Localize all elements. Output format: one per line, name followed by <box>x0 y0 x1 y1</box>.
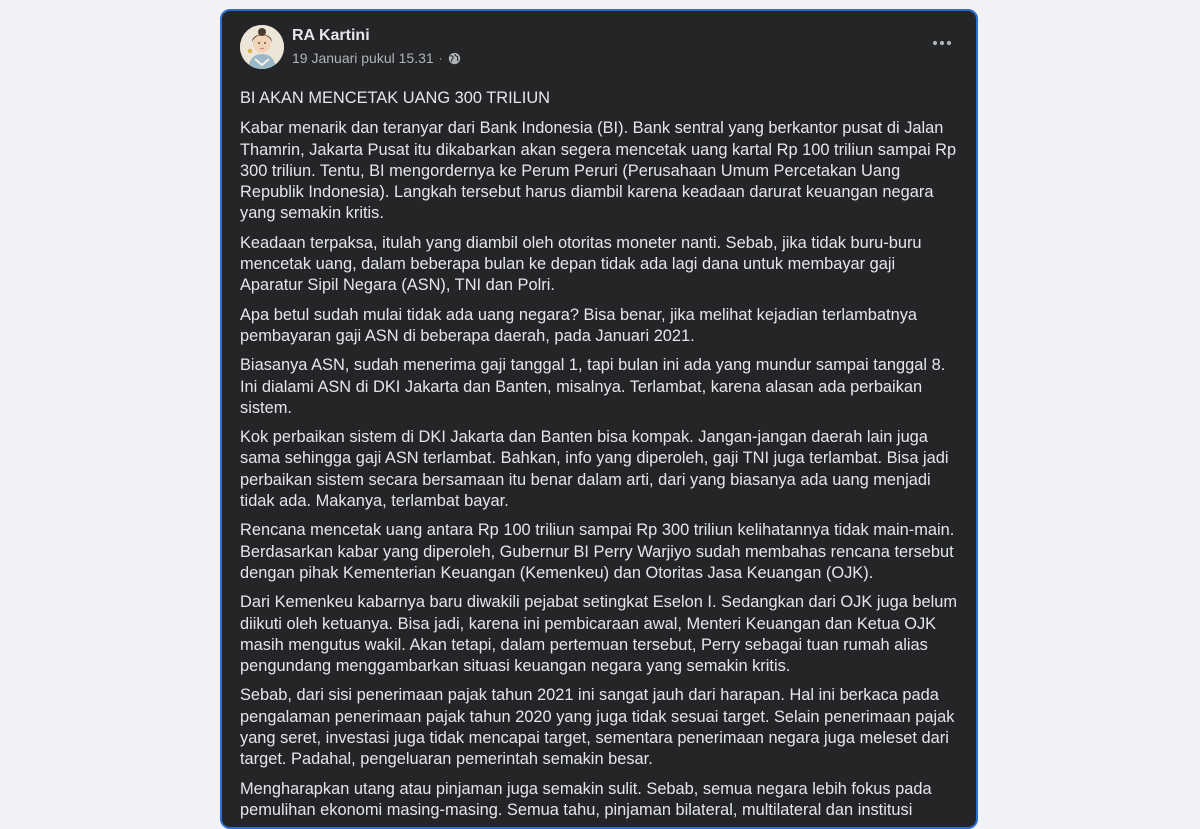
post-paragraph: Kok perbaikan sistem di DKI Jakarta dan … <box>240 428 949 511</box>
post-title: BI AKAN MENCETAK UANG 300 TRILIUN <box>240 89 550 107</box>
post-header: RA Kartini 19 Januari pukul 15.31 · <box>222 11 976 77</box>
globe-icon[interactable] <box>448 52 461 65</box>
post-paragraph: Rencana mencetak uang antara Rp 100 tril… <box>240 521 955 582</box>
post-paragraph: Biasanya ASN, sudah menerima gaji tangga… <box>240 356 946 417</box>
post-paragraph: Sebab, dari sisi penerimaan pajak tahun … <box>240 686 955 769</box>
avatar-illustration <box>240 25 284 69</box>
more-options-icon <box>932 40 952 46</box>
post-paragraph: Dari Kemenkeu kabarnya baru diwakili pej… <box>240 593 958 676</box>
post-paragraph: Apa betul sudah mulai tidak ada uang neg… <box>240 305 918 345</box>
meta-separator: · <box>438 51 443 65</box>
post-paragraph: Kabar menarik dan teranyar dari Bank Ind… <box>240 119 957 223</box>
author-avatar[interactable] <box>240 25 284 69</box>
author-name[interactable]: RA Kartini <box>292 27 370 45</box>
more-options-button[interactable] <box>924 29 960 57</box>
post-paragraph: Keadaan terpaksa, itulah yang diambil ol… <box>240 233 922 295</box>
post-timestamp[interactable]: 19 Januari pukul 15.31 <box>292 50 434 66</box>
facebook-post: RA Kartini 19 Januari pukul 15.31 · BI A… <box>220 9 978 829</box>
post-body: BI AKAN MENCETAK UANG 300 TRILIUN Kabar … <box>222 77 976 821</box>
post-meta: 19 Januari pukul 15.31 · <box>292 50 461 66</box>
